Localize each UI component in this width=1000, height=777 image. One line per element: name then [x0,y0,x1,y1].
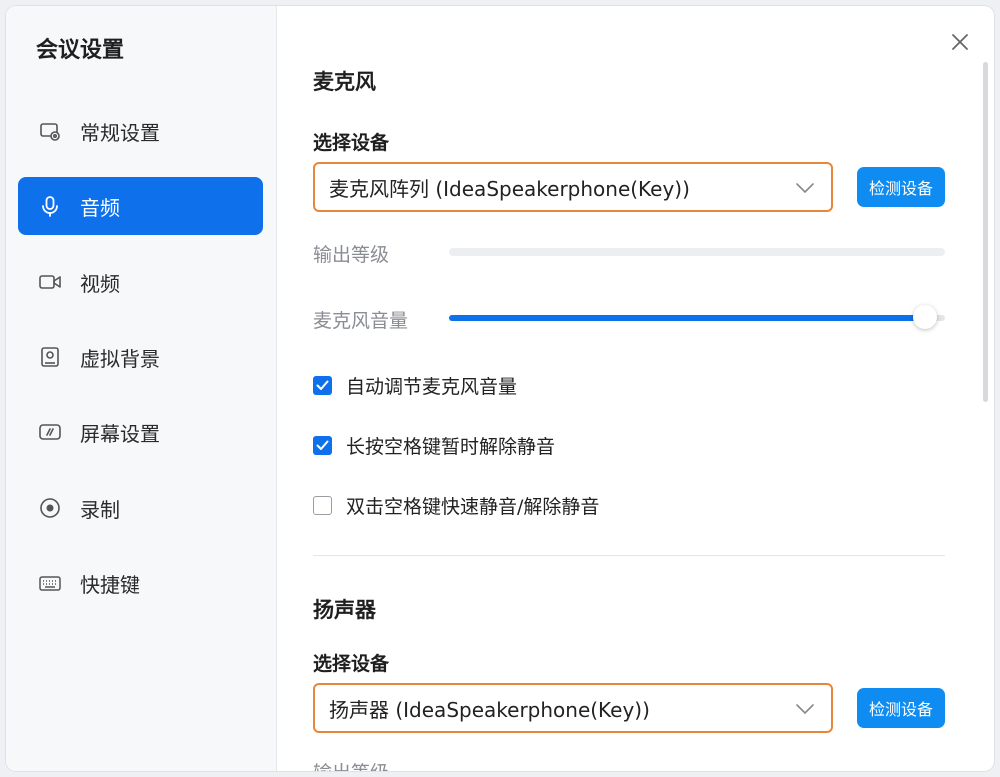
auto-adjust-volume-option[interactable]: 自动调节麦克风音量 [313,372,517,399]
close-button[interactable] [948,32,972,56]
speaker-detect-button[interactable]: 检测设备 [857,688,945,728]
microphone-device-select[interactable]: 麦克风阵列 (IdeaSpeakerphone(Key)) [313,162,833,212]
sidebar: 会议设置 常规设置 音频 视频 虚拟背景 屏幕设置 录制 快捷键 [6,6,277,771]
microphone-output-level-label: 输出等级 [313,244,390,266]
sidebar-item-label: 屏幕设置 [80,421,160,446]
microphone-device-value: 麦克风阵列 (IdeaSpeakerphone(Key)) [329,176,690,201]
microphone-volume-label: 麦克风音量 [313,310,409,332]
sidebar-item-label: 快捷键 [80,572,140,597]
section-divider [313,555,945,556]
microphone-section-title: 麦克风 [313,70,376,94]
speaker-output-level-label: 输出等级 [313,758,389,771]
sidebar-item-general[interactable]: 常规设置 [18,102,263,160]
hold-space-unmute-option[interactable]: 长按空格键暂时解除静音 [313,432,555,459]
sidebar-item-label: 录制 [80,497,120,522]
auto-adjust-volume-label: 自动调节麦克风音量 [346,376,518,398]
sidebar-item-shortcuts[interactable]: 快捷键 [18,554,263,612]
hold-space-unmute-label: 长按空格键暂时解除静音 [346,436,556,458]
double-space-mute-label: 双击空格键快速静音/解除静音 [346,496,600,518]
settings-window: 会议设置 常规设置 音频 视频 虚拟背景 屏幕设置 录制 快捷键 麦克风 选择设… [6,6,994,771]
speaker-device-select[interactable]: 扬声器 (IdeaSpeakerphone(Key)) [313,683,833,733]
record-icon [38,496,62,520]
microphone-output-level-meter [449,248,945,256]
microphone-volume-thumb[interactable] [913,305,938,329]
sidebar-item-video[interactable]: 视频 [18,253,263,311]
chevron-down-icon [795,696,815,720]
scrollbar[interactable] [983,62,988,402]
monitor-settings-icon [38,119,62,143]
sidebar-item-label: 虚拟背景 [80,346,160,371]
double-space-mute-option[interactable]: 双击空格键快速静音/解除静音 [313,492,599,519]
keyboard-icon [38,571,62,595]
speaker-device-value: 扬声器 (IdeaSpeakerphone(Key)) [329,697,650,722]
sidebar-item-label: 视频 [80,271,120,296]
video-camera-icon [38,270,62,294]
sidebar-item-screen[interactable]: 屏幕设置 [18,403,263,461]
sidebar-item-virtual-background[interactable]: 虚拟背景 [18,328,263,386]
speaker-select-label: 选择设备 [313,653,390,675]
microphone-icon [38,194,62,218]
sidebar-item-audio[interactable]: 音频 [18,177,263,235]
speaker-section-title: 扬声器 [313,598,376,622]
portrait-icon [38,345,62,369]
sidebar-item-record[interactable]: 录制 [18,479,263,537]
audio-settings-panel: 麦克风 选择设备 麦克风阵列 (IdeaSpeakerphone(Key)) 检… [277,6,994,771]
microphone-select-label: 选择设备 [313,132,390,154]
close-icon [951,33,969,55]
sidebar-title: 会议设置 [36,38,125,63]
microphone-detect-button[interactable]: 检测设备 [857,167,945,207]
double-space-mute-checkbox[interactable] [313,496,332,515]
microphone-volume-slider[interactable] [449,305,945,329]
microphone-volume-fill [449,315,926,321]
chevron-down-icon [795,175,815,199]
hold-space-unmute-checkbox[interactable] [313,436,332,455]
sidebar-item-label: 音频 [80,195,120,220]
auto-adjust-volume-checkbox[interactable] [313,376,332,395]
sidebar-item-label: 常规设置 [80,120,160,145]
screen-share-icon [38,420,62,444]
